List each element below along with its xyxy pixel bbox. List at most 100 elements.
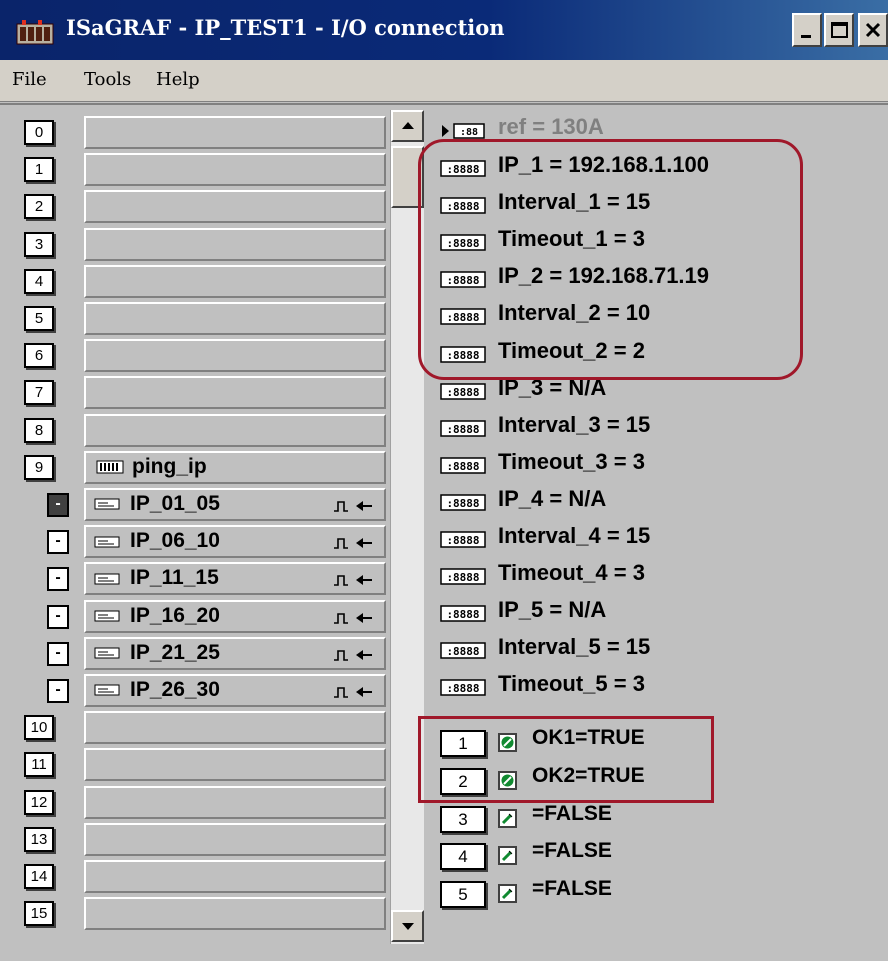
sub-board-label: IP_16_20 xyxy=(130,603,220,627)
integer-variable-icon: :8888 xyxy=(440,531,486,548)
slot-number-button[interactable]: 8 xyxy=(24,417,54,443)
sub-board-toggle-button[interactable]: - xyxy=(47,604,69,629)
slot-number-button[interactable]: 14 xyxy=(24,864,54,889)
boolean-label: =FALSE xyxy=(532,839,612,863)
boolean-label: OK2=TRUE xyxy=(532,763,645,787)
slot-bar[interactable] xyxy=(84,748,386,782)
sub-board-bar[interactable]: IP_06_10 xyxy=(84,525,386,559)
menu-help[interactable]: Help xyxy=(156,69,200,90)
slot-number-button[interactable]: 5 xyxy=(24,306,54,331)
sub-board-bar[interactable]: IP_11_15 xyxy=(84,562,386,596)
slot-number-button[interactable]: 10 xyxy=(24,715,54,741)
pulse-arrow-icon xyxy=(334,649,372,661)
svg-text::8888: :8888 xyxy=(446,274,479,287)
slot-bar[interactable] xyxy=(84,822,386,856)
menu-file[interactable]: File xyxy=(12,69,47,90)
slot-number-button[interactable]: 1 xyxy=(24,157,54,183)
svg-text::8888: :8888 xyxy=(446,237,479,250)
boolean-label: =FALSE xyxy=(532,877,612,901)
variable-label: IP_4 = N/A xyxy=(498,485,607,511)
slot-number-button[interactable]: 3 xyxy=(24,231,54,257)
pulse-arrow-icon xyxy=(334,575,372,587)
variable-label: Interval_4 = 15 xyxy=(498,523,651,548)
integer-variable-icon: :8888 xyxy=(440,494,486,511)
slot-number-button[interactable]: 15 xyxy=(24,901,54,927)
sub-board-label: IP_06_10 xyxy=(130,529,220,553)
slot-number-button[interactable]: 13 xyxy=(24,826,54,852)
svg-text::8888: :8888 xyxy=(446,534,479,547)
pulse-arrow-icon xyxy=(334,612,372,624)
menu-tools[interactable]: Tools xyxy=(84,69,131,90)
integer-variable-icon: :8888 xyxy=(440,457,486,474)
integer-variable-icon: :8888 xyxy=(440,382,486,400)
window-title: ISaGRAF - IP_TEST1 - I/O connection xyxy=(66,15,505,40)
boolean-channel-button[interactable]: 1 xyxy=(440,730,486,757)
sub-board-bar[interactable]: IP_21_25 xyxy=(84,636,386,670)
sub-board-bar[interactable]: IP_01_05 xyxy=(84,488,386,521)
slot-number-button[interactable]: 9 xyxy=(24,454,54,480)
boolean-channel-button[interactable]: 4 xyxy=(440,843,486,871)
slot-bar[interactable] xyxy=(84,116,386,149)
boolean-channel-button[interactable]: 2 xyxy=(440,767,486,795)
slot-bar[interactable] xyxy=(84,190,386,224)
sub-board-icon xyxy=(94,498,120,510)
scroll-up-button[interactable] xyxy=(391,110,424,142)
slot-bar[interactable] xyxy=(84,711,386,745)
slot-bar[interactable] xyxy=(84,339,386,373)
slot-bar[interactable] xyxy=(84,897,386,931)
boolean-channel-button[interactable]: 3 xyxy=(440,805,486,833)
slot-bar[interactable]: ping_ip xyxy=(84,450,386,484)
slot-number-button[interactable]: 7 xyxy=(24,380,54,406)
integer-variable-icon: :8888 xyxy=(440,605,486,622)
sub-board-toggle-button[interactable]: - xyxy=(47,679,69,703)
sub-board-label: IP_01_05 xyxy=(130,492,220,515)
boolean-channel-button[interactable]: 5 xyxy=(440,881,486,909)
sub-board-toggle-button[interactable]: - xyxy=(47,641,69,666)
close-icon xyxy=(865,22,881,38)
slot-number-button[interactable]: 2 xyxy=(24,194,54,220)
sub-board-bar[interactable]: IP_16_20 xyxy=(84,599,386,633)
slot-bar[interactable] xyxy=(84,153,386,187)
slot-scrollbar[interactable] xyxy=(390,110,424,944)
slot-bar[interactable] xyxy=(84,413,386,447)
variable-label: Timeout_2 = 2 xyxy=(498,337,645,363)
boolean-true-icon xyxy=(498,770,517,790)
slot-number-button[interactable]: 11 xyxy=(24,752,54,778)
slot-bar[interactable] xyxy=(84,302,386,335)
sub-board-toggle-button[interactable]: - xyxy=(47,530,69,555)
slot-number-button[interactable]: 0 xyxy=(24,120,54,145)
slot-bar[interactable] xyxy=(84,376,386,410)
integer-variable-icon: :8888 xyxy=(440,419,486,437)
minimize-icon xyxy=(801,35,811,38)
integer-variable-icon: :8888 xyxy=(440,160,486,177)
integer-variable-icon: :8888 xyxy=(440,568,486,585)
integer-variable-icon: :8888 xyxy=(440,642,486,660)
slot-number-button[interactable]: 12 xyxy=(24,789,54,815)
slot-bar[interactable] xyxy=(84,860,386,893)
svg-text::8888: :8888 xyxy=(446,163,479,176)
minimize-button[interactable] xyxy=(792,13,822,47)
sub-board-icon xyxy=(94,684,120,696)
sub-board-bar[interactable]: IP_26_30 xyxy=(84,674,386,707)
sub-board-toggle-button[interactable]: - xyxy=(47,567,69,592)
slot-bar[interactable] xyxy=(84,785,386,819)
svg-text::8888: :8888 xyxy=(446,460,479,473)
pulse-arrow-icon xyxy=(334,538,372,549)
maximize-button[interactable] xyxy=(824,13,854,47)
slot-number-button[interactable]: 6 xyxy=(24,343,54,369)
sub-board-icon xyxy=(94,610,120,622)
scroll-down-button[interactable] xyxy=(391,910,424,942)
boolean-false-icon xyxy=(498,884,517,904)
sub-board-label: IP_11_15 xyxy=(130,566,219,590)
close-button[interactable] xyxy=(858,13,888,47)
scroll-thumb[interactable] xyxy=(391,146,424,208)
slot-number-button[interactable]: 4 xyxy=(24,268,54,294)
isagraf-app-icon xyxy=(16,20,54,45)
slot-bar[interactable] xyxy=(84,227,386,261)
sub-board-toggle-button[interactable]: - xyxy=(47,493,69,517)
sub-board-label: IP_26_30 xyxy=(130,678,220,701)
sub-board-label: IP_21_25 xyxy=(130,640,220,664)
slot-bar[interactable] xyxy=(84,264,386,298)
boolean-false-icon xyxy=(498,846,517,866)
variable-label: Interval_5 = 15 xyxy=(498,634,651,660)
